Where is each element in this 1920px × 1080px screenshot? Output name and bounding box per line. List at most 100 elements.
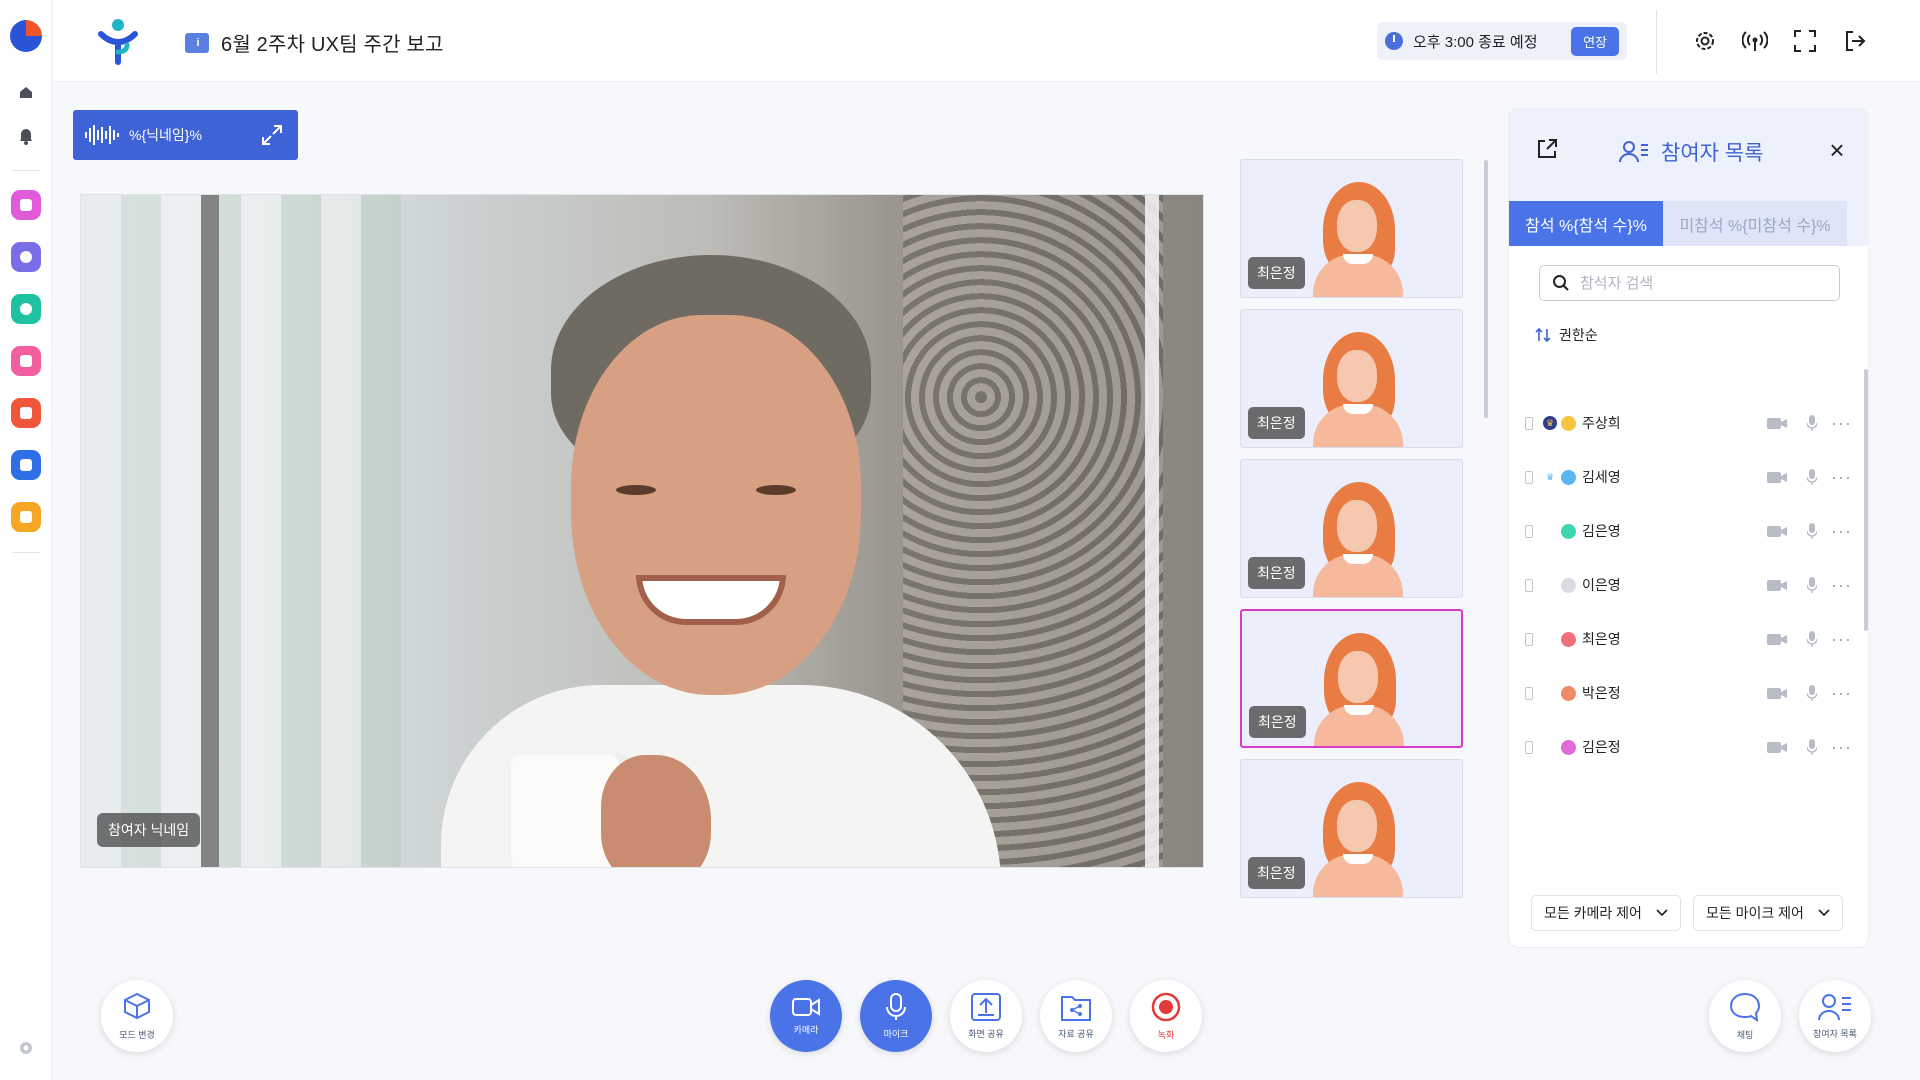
host-crown-icon: ♛ [1543,416,1557,430]
mic-icon[interactable] [1807,739,1817,755]
popout-icon[interactable] [1535,137,1561,163]
camera-icon[interactable] [1767,471,1787,483]
meeting-timer: 오후 3:00 종료 예정 연장 [1377,22,1627,60]
participant-row[interactable]: ♛ 김세영 ··· [1509,450,1868,504]
panel-scrollbar[interactable] [1864,369,1868,631]
settings-small-icon[interactable] [14,1036,38,1060]
mic-icon[interactable] [1807,415,1817,431]
participant-row[interactable]: 박은정 ··· [1509,666,1868,720]
mobile-icon [1525,578,1533,592]
record-icon [1151,992,1181,1021]
record-label: 녹화 [1157,1029,1175,1040]
header: 6월 2주차 UX팀 주간 보고 오후 3:00 종료 예정 연장 [53,0,1920,82]
participant-thumbnail[interactable]: 최은정 [1240,759,1463,898]
participant-row[interactable]: 이은영 ··· [1509,558,1868,612]
status-emoji-icon [1561,631,1576,647]
messenger-app-icon[interactable] [11,242,41,272]
more-options-icon[interactable]: ··· [1831,683,1852,704]
chat-bubble-icon [1729,992,1761,1022]
camera-icon[interactable] [1767,417,1787,429]
camera-icon[interactable] [1767,633,1787,645]
mic-icon[interactable] [1807,469,1817,485]
tab-attending[interactable]: 참석 %{참석 수}% [1509,201,1663,246]
fullscreen-icon[interactable] [1791,27,1819,55]
participant-name: 최은영 [1582,631,1621,647]
more-options-icon[interactable]: ··· [1831,629,1852,650]
home-icon[interactable] [14,80,38,104]
camera-icon[interactable] [1767,687,1787,699]
sort-button[interactable]: 권한순 [1535,325,1598,345]
mobile-icon [1525,632,1533,646]
more-options-icon[interactable]: ··· [1831,737,1852,758]
expand-icon[interactable] [258,121,286,149]
thumbnail-scrollbar[interactable] [1484,160,1488,418]
mic-icon[interactable] [1807,577,1817,593]
status-emoji-icon [1561,739,1576,755]
main-video[interactable]: 참여자 닉네임 [80,194,1204,868]
more-options-icon[interactable]: ··· [1831,413,1852,434]
screen-share-button[interactable]: 화면 공유 [950,980,1022,1052]
sort-label: 권한순 [1559,327,1598,343]
file-share-button[interactable]: 자료 공유 [1040,980,1112,1052]
cube-icon [124,992,150,1019]
participant-row[interactable]: ♛ 주상희 ··· [1509,396,1868,450]
participant-row[interactable]: 김은영 ··· [1509,504,1868,558]
gear-icon[interactable] [1691,27,1719,55]
contacts-app-icon[interactable] [11,190,41,220]
mic-icon[interactable] [1807,523,1817,539]
participant-row[interactable]: 김은정 ··· [1509,720,1868,774]
participants-panel: 참여자 목록 × 참석 %{참석 수}% 미참석 %{미참석 수}% 권한순 ♛… [1508,108,1869,948]
thumbnail-name: 최은정 [1249,706,1306,738]
participants-list-button[interactable]: 참여자 목록 [1799,980,1871,1052]
mic-label: 마이크 [883,1028,909,1039]
participant-thumbnail[interactable]: 최은정 [1240,159,1463,298]
brand-logo-icon [93,16,143,68]
participant-thumbnail-active[interactable]: 최은정 [1240,609,1463,748]
participant-name: 이은영 [1582,577,1621,593]
exit-icon[interactable] [1841,27,1869,55]
camera-icon[interactable] [1767,741,1787,753]
more-options-icon[interactable]: ··· [1831,467,1852,488]
mic-button[interactable]: 마이크 [860,980,932,1052]
participant-row[interactable]: 최은영 ··· [1509,612,1868,666]
camera-icon[interactable] [1767,525,1787,537]
participants-icon [1619,141,1648,163]
search-input[interactable] [1580,274,1820,292]
avatar [1307,482,1407,597]
panel-title: 참여자 목록 [1661,142,1764,165]
camera-button[interactable]: 카메라 [770,980,842,1052]
mode-change-button[interactable]: 모드 변경 [101,980,173,1052]
status-emoji-icon [1561,469,1576,485]
broadcast-icon[interactable] [1741,27,1769,55]
chat-button[interactable]: 채팅 [1709,980,1781,1052]
more-options-icon[interactable]: ··· [1831,521,1852,542]
participant-thumbnail[interactable]: 최은정 [1240,309,1463,448]
bell-icon[interactable] [14,124,38,148]
camera-icon[interactable] [1767,579,1787,591]
notes-app-icon[interactable] [11,398,41,428]
video-app-icon[interactable] [11,502,41,532]
calendar-app-icon[interactable] [11,346,41,376]
folder-app-icon[interactable] [11,450,41,480]
speaker-name: %{닉네임}% [129,127,202,143]
status-emoji-icon [1561,577,1576,593]
app-logo-icon[interactable] [10,20,42,52]
mobile-icon [1525,416,1533,430]
tab-absent[interactable]: 미참석 %{미참석 수}% [1663,201,1847,246]
camera-control-select[interactable]: 모든 카메라 제어 [1531,895,1681,931]
avatar [1307,782,1407,897]
meeting-info-icon[interactable] [185,32,209,53]
more-options-icon[interactable]: ··· [1831,575,1852,596]
timer-text: 오후 3:00 종료 예정 [1413,33,1538,51]
extend-button[interactable]: 연장 [1571,26,1619,56]
mic-control-select[interactable]: 모든 마이크 제어 [1693,895,1843,931]
chat-app-icon[interactable] [11,294,41,324]
chevron-down-icon [1656,909,1668,917]
screen-share-label: 화면 공유 [968,1028,1004,1039]
search-icon [1553,275,1569,291]
mic-icon[interactable] [1807,685,1817,701]
close-icon[interactable]: × [1824,137,1850,163]
mic-icon[interactable] [1807,631,1817,647]
participant-thumbnail[interactable]: 최은정 [1240,459,1463,598]
record-button[interactable]: 녹화 [1130,980,1202,1052]
